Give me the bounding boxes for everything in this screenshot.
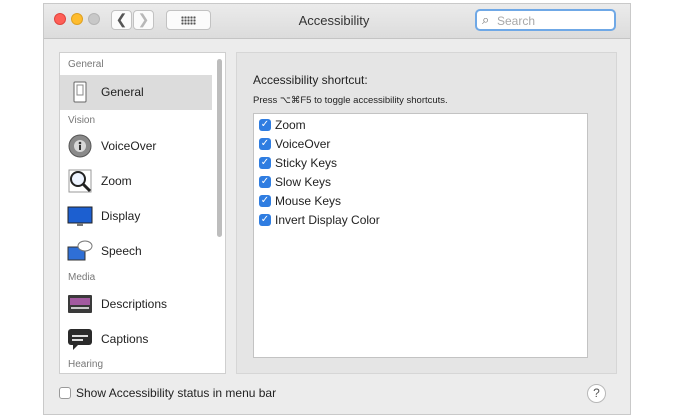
shortcut-title: Accessibility shortcut: [253, 73, 368, 87]
option-label: Slow Keys [275, 175, 332, 189]
search-placeholder: Search [497, 14, 536, 28]
sidebar: General General Vision VoiceOver Zoom Di… [59, 52, 226, 374]
help-icon: ? [593, 386, 600, 400]
sidebar-item-label: Descriptions [101, 297, 168, 311]
section-general: General [68, 59, 104, 70]
preferences-window: ❮ ❯ Accessibility ⌕ Search General Gener… [43, 3, 631, 415]
window-title: Accessibility [298, 13, 370, 28]
chevron-left-icon: ❮ [115, 11, 128, 27]
voiceover-icon [68, 134, 92, 158]
sidebar-scrollbar[interactable] [217, 59, 222, 237]
sidebar-item-zoom[interactable]: Zoom [60, 164, 212, 199]
sidebar-item-descriptions[interactable]: Descriptions [60, 287, 212, 322]
grid-icon [181, 16, 196, 25]
search-field[interactable]: ⌕ Search [475, 9, 616, 31]
option-label: Mouse Keys [275, 194, 342, 208]
search-icon: ⌕ [482, 12, 490, 27]
back-button[interactable]: ❮ [111, 10, 132, 30]
show-status-checkbox[interactable] [59, 387, 71, 399]
help-button[interactable]: ? [587, 384, 606, 403]
sidebar-item-label: Captions [101, 332, 149, 346]
checkbox[interactable]: ✓ [259, 157, 271, 169]
minimize-button[interactable] [71, 13, 83, 25]
section-hearing: Hearing [68, 359, 104, 370]
forward-button[interactable]: ❯ [133, 10, 154, 30]
sidebar-item-general[interactable]: General [60, 75, 212, 110]
title-bar: ❮ ❯ Accessibility ⌕ Search [44, 4, 630, 39]
section-media: Media [68, 272, 96, 283]
descriptions-icon [68, 295, 92, 313]
checkbox[interactable]: ✓ [259, 214, 271, 226]
shortcut-options-list: ✓ Zoom ✓ VoiceOver ✓ Sticky Keys ✓ Slow … [253, 113, 588, 358]
zoom-icon [68, 169, 92, 193]
zoom-window-button[interactable] [88, 13, 100, 25]
general-pane: Accessibility shortcut: Press ⌥⌘F5 to to… [236, 52, 617, 374]
option-label: Sticky Keys [275, 156, 338, 170]
show-status-label: Show Accessibility status in menu bar [76, 386, 277, 400]
checkbox[interactable]: ✓ [259, 176, 271, 188]
checkbox[interactable]: ✓ [259, 119, 271, 131]
captions-icon [68, 329, 92, 350]
option-label: Invert Display Color [275, 213, 380, 227]
option-label: VoiceOver [275, 137, 331, 151]
checkbox[interactable]: ✓ [259, 138, 271, 150]
sidebar-item-captions[interactable]: Captions [60, 322, 212, 357]
shortcut-hint: Press ⌥⌘F5 to toggle accessibility short… [253, 95, 448, 106]
close-button[interactable] [54, 13, 66, 25]
speech-icon [67, 240, 93, 261]
display-icon [67, 206, 93, 226]
general-icon [73, 81, 87, 103]
option-label: Zoom [275, 118, 306, 132]
sidebar-item-label: Display [101, 209, 141, 223]
checkbox[interactable]: ✓ [259, 195, 271, 207]
sidebar-item-label: Speech [101, 244, 142, 258]
sidebar-item-label: VoiceOver [101, 139, 157, 153]
section-vision: Vision [68, 115, 96, 126]
sidebar-item-display[interactable]: Display [60, 199, 212, 234]
sidebar-item-voiceover[interactable]: VoiceOver [60, 129, 212, 164]
sidebar-item-speech[interactable]: Speech [60, 234, 212, 269]
show-all-button[interactable] [166, 10, 211, 30]
chevron-right-icon: ❯ [137, 11, 150, 27]
sidebar-item-label: General [101, 85, 144, 99]
sidebar-item-label: Zoom [101, 174, 132, 188]
